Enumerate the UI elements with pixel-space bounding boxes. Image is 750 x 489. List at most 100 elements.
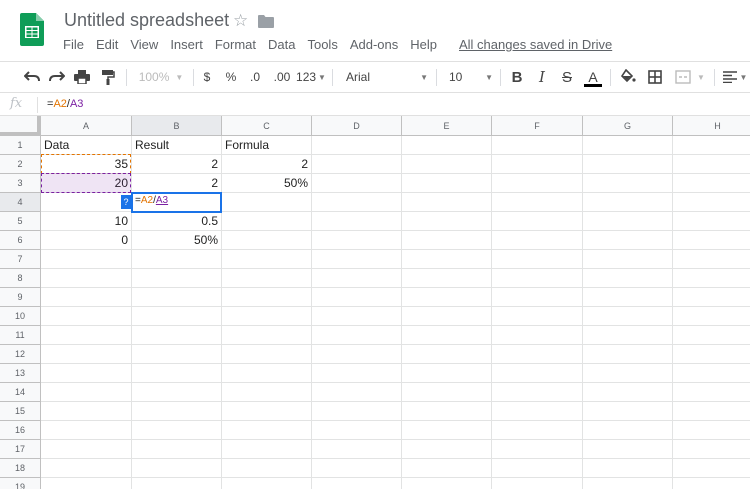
cell-b10[interactable] [132, 307, 222, 326]
cell-c9[interactable] [222, 288, 312, 307]
cell-f11[interactable] [492, 326, 583, 345]
cell-a5[interactable]: 10 [41, 212, 132, 231]
cell-g11[interactable] [583, 326, 673, 345]
row-header-16[interactable]: 16 [0, 421, 41, 440]
cell-d3[interactable] [312, 174, 402, 193]
cell-f4[interactable] [492, 193, 583, 212]
text-color-icon[interactable]: A [583, 62, 603, 92]
cell-e5[interactable] [402, 212, 492, 231]
cell-b18[interactable] [132, 459, 222, 478]
increase-decimal-button[interactable]: .00 [270, 62, 294, 92]
cell-b19[interactable] [132, 478, 222, 489]
cell-c7[interactable] [222, 250, 312, 269]
italic-icon[interactable]: I [533, 62, 551, 92]
cell-f18[interactable] [492, 459, 583, 478]
cell-b6[interactable]: 50% [132, 231, 222, 250]
cell-f17[interactable] [492, 440, 583, 459]
sheets-logo-icon[interactable] [20, 13, 44, 46]
cell-d10[interactable] [312, 307, 402, 326]
cell-c15[interactable] [222, 402, 312, 421]
cell-g9[interactable] [583, 288, 673, 307]
row-header-10[interactable]: 10 [0, 307, 41, 326]
cell-b8[interactable] [132, 269, 222, 288]
cell-e2[interactable] [402, 155, 492, 174]
cell-d18[interactable] [312, 459, 402, 478]
cell-f2[interactable] [492, 155, 583, 174]
menu-help[interactable]: Help [410, 37, 437, 52]
cell-d7[interactable] [312, 250, 402, 269]
row-header-9[interactable]: 9 [0, 288, 41, 307]
cell-f13[interactable] [492, 364, 583, 383]
column-header-c[interactable]: C [222, 116, 312, 136]
cell-c3[interactable]: 50% [222, 174, 312, 193]
cell-a18[interactable] [41, 459, 132, 478]
cell-a12[interactable] [41, 345, 132, 364]
cell-e3[interactable] [402, 174, 492, 193]
formula-help-icon[interactable]: ? [121, 195, 131, 209]
row-header-19[interactable]: 19 [0, 478, 41, 489]
cell-a1[interactable]: Data [41, 136, 132, 155]
select-all-corner[interactable] [0, 116, 41, 136]
format-currency-button[interactable]: $ [199, 62, 215, 92]
cell-d1[interactable] [312, 136, 402, 155]
cell-c17[interactable] [222, 440, 312, 459]
cell-h3[interactable] [673, 174, 750, 193]
row-header-11[interactable]: 11 [0, 326, 41, 345]
active-cell-editor[interactable]: =A2/A3 [131, 192, 222, 213]
cell-h5[interactable] [673, 212, 750, 231]
cell-c16[interactable] [222, 421, 312, 440]
cell-d11[interactable] [312, 326, 402, 345]
cell-f9[interactable] [492, 288, 583, 307]
cell-c10[interactable] [222, 307, 312, 326]
cell-h12[interactable] [673, 345, 750, 364]
cell-b16[interactable] [132, 421, 222, 440]
cell-g10[interactable] [583, 307, 673, 326]
cell-a15[interactable] [41, 402, 132, 421]
cell-f10[interactable] [492, 307, 583, 326]
column-header-f[interactable]: F [492, 116, 583, 136]
cell-a6[interactable]: 0 [41, 231, 132, 250]
menu-data[interactable]: Data [268, 37, 295, 52]
row-header-17[interactable]: 17 [0, 440, 41, 459]
cell-a10[interactable] [41, 307, 132, 326]
cell-d5[interactable] [312, 212, 402, 231]
cell-e6[interactable] [402, 231, 492, 250]
column-header-a[interactable]: A [41, 116, 132, 136]
row-header-3[interactable]: 3 [0, 174, 41, 193]
cell-e7[interactable] [402, 250, 492, 269]
font-size-select[interactable]: 10 ▼ [449, 62, 493, 92]
cell-f3[interactable] [492, 174, 583, 193]
cell-f12[interactable] [492, 345, 583, 364]
print-icon[interactable] [72, 62, 92, 92]
cell-g6[interactable] [583, 231, 673, 250]
column-header-h[interactable]: H [673, 116, 750, 136]
cell-d4[interactable] [312, 193, 402, 212]
cell-g19[interactable] [583, 478, 673, 489]
cell-h2[interactable] [673, 155, 750, 174]
cell-e16[interactable] [402, 421, 492, 440]
cell-a4[interactable]: 2 [41, 193, 132, 212]
cell-a8[interactable] [41, 269, 132, 288]
cell-e13[interactable] [402, 364, 492, 383]
column-header-b[interactable]: B [132, 116, 222, 136]
cell-b11[interactable] [132, 326, 222, 345]
cell-h6[interactable] [673, 231, 750, 250]
cell-c4[interactable] [222, 193, 312, 212]
cell-c19[interactable] [222, 478, 312, 489]
cell-a19[interactable] [41, 478, 132, 489]
cell-a16[interactable] [41, 421, 132, 440]
cell-h16[interactable] [673, 421, 750, 440]
cell-c8[interactable] [222, 269, 312, 288]
cell-h9[interactable] [673, 288, 750, 307]
cell-g1[interactable] [583, 136, 673, 155]
cell-c14[interactable] [222, 383, 312, 402]
cell-g12[interactable] [583, 345, 673, 364]
cell-h1[interactable] [673, 136, 750, 155]
folder-icon[interactable] [258, 15, 274, 28]
cell-e4[interactable] [402, 193, 492, 212]
cell-g14[interactable] [583, 383, 673, 402]
row-header-13[interactable]: 13 [0, 364, 41, 383]
cell-h10[interactable] [673, 307, 750, 326]
cell-g7[interactable] [583, 250, 673, 269]
menu-edit[interactable]: Edit [96, 37, 118, 52]
